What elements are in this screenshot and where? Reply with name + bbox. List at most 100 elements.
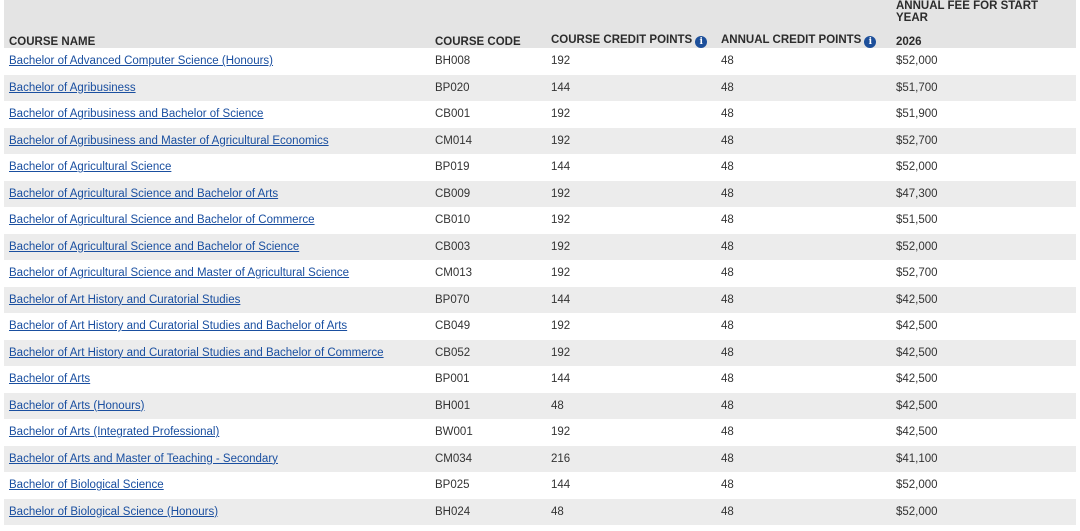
course-name-link[interactable]: Bachelor of Agricultural Science and Bac…: [9, 188, 278, 200]
course-code-cell: BP001: [435, 373, 470, 386]
course-code-cell: CB052: [435, 346, 471, 359]
course-code-cell: BW001: [435, 426, 473, 439]
annual-credit-points-cell: 48: [721, 505, 734, 518]
table-row: Bachelor of Agribusiness and Bachelor of…: [4, 101, 1076, 128]
course-credit-points-cell: 192: [551, 320, 571, 333]
annual-credit-points-cell: 48: [721, 187, 734, 200]
course-credit-points-cell: 192: [551, 134, 571, 147]
table-row: Bachelor of Arts (Honours) BH001 48 48 $42,5…: [4, 392, 1076, 419]
table-row: Bachelor of Art History and Curatorial S…: [4, 286, 1076, 313]
annual-credit-points-cell: 48: [721, 320, 734, 333]
table-row: Bachelor of Arts (Integrated Professiona…: [4, 419, 1076, 446]
annual-fee-cell: $51,900: [896, 108, 938, 121]
course-code-cell: BP070: [435, 293, 470, 306]
annual-credit-points-cell: 48: [721, 293, 734, 306]
info-icon[interactable]: i: [695, 36, 708, 48]
course-code-cell: CB010: [435, 214, 471, 227]
annual-credit-points-cell: 48: [721, 426, 734, 439]
table-row: Bachelor of Advanced Computer Science (H…: [4, 48, 1076, 75]
course-name-link[interactable]: Bachelor of Agribusiness and Bachelor of…: [9, 108, 263, 120]
course-credit-points-cell: 144: [551, 373, 571, 386]
course-code-cell: CB049: [435, 320, 471, 333]
course-credit-points-cell: 192: [551, 240, 571, 253]
table-row: Bachelor of Art History and Curatorial S…: [4, 339, 1076, 366]
annual-credit-points-cell: 48: [721, 346, 734, 359]
course-code-cell: BP025: [435, 479, 470, 492]
course-code-cell: BH001: [435, 399, 471, 412]
course-name-link[interactable]: Bachelor of Art History and Curatorial S…: [9, 320, 347, 332]
annual-fee-cell: $42,500: [896, 320, 938, 333]
annual-fee-cell: $42,500: [896, 399, 938, 412]
course-code-cell: CM013: [435, 267, 473, 280]
course-name-link[interactable]: Bachelor of Advanced Computer Science (H…: [9, 55, 273, 67]
course-code-cell: CB003: [435, 240, 471, 253]
annual-credit-points-cell: 48: [721, 214, 734, 227]
course-code-cell: BH008: [435, 55, 471, 68]
annual-credit-points-cell: 48: [721, 452, 734, 465]
annual-credit-points-cell: 48: [721, 108, 734, 121]
course-name-link[interactable]: Bachelor of Arts and Master of Teaching …: [9, 453, 278, 465]
course-credit-points-cell: 192: [551, 214, 571, 227]
annual-credit-points-cell: 48: [721, 373, 734, 386]
course-name-link[interactable]: Bachelor of Agricultural Science and Bac…: [9, 241, 299, 253]
course-credit-points-cell: 192: [551, 346, 571, 359]
annual-fee-cell: $42,500: [896, 293, 938, 306]
course-credit-points-cell: 192: [551, 267, 571, 280]
annual-credit-points-cell: 48: [721, 267, 734, 280]
course-name-link[interactable]: Bachelor of Art History and Curatorial S…: [9, 294, 240, 306]
course-code-cell: BP019: [435, 161, 470, 174]
course-name-link[interactable]: Bachelor of Agricultural Science and Bac…: [9, 214, 315, 226]
annual-fee-cell: $47,300: [896, 187, 938, 200]
course-credit-points-cell: 192: [551, 55, 571, 68]
header-annual-fee: ANNUAL FEE FOR START YEAR: [891, 0, 1076, 24]
annual-fee-cell: $52,000: [896, 505, 938, 518]
course-code-cell: BP020: [435, 81, 470, 94]
table-body: Bachelor of Advanced Computer Science (H…: [4, 48, 1076, 525]
header-course-credit-points: COURSE CREDIT POINTS i: [546, 24, 716, 48]
annual-fee-cell: $52,700: [896, 134, 938, 147]
annual-credit-points-cell: 48: [721, 479, 734, 492]
course-credit-points-cell: 144: [551, 81, 571, 94]
table-row: Bachelor of Agricultural Science and Bac…: [4, 207, 1076, 234]
course-credit-points-cell: 144: [551, 161, 571, 174]
course-name-link[interactable]: Bachelor of Agricultural Science: [9, 161, 171, 173]
annual-credit-points-cell: 48: [721, 134, 734, 147]
course-code-cell: CB009: [435, 187, 471, 200]
annual-credit-points-cell: 48: [721, 161, 734, 174]
annual-fee-cell: $52,000: [896, 240, 938, 253]
course-code-cell: BH024: [435, 505, 471, 518]
course-code-cell: CB001: [435, 108, 471, 121]
annual-fee-cell: $52,000: [896, 479, 938, 492]
annual-fee-cell: $52,700: [896, 267, 938, 280]
course-credit-points-cell: 192: [551, 187, 571, 200]
table-row: Bachelor of Biological Science BP025 144 48…: [4, 472, 1076, 499]
annual-fee-cell: $51,500: [896, 214, 938, 227]
table-row: Bachelor of Agricultural Science and Bac…: [4, 180, 1076, 207]
course-name-link[interactable]: Bachelor of Biological Science: [9, 479, 164, 491]
annual-fee-cell: $42,500: [896, 346, 938, 359]
annual-fee-cell: $42,500: [896, 373, 938, 386]
info-icon[interactable]: i: [864, 36, 877, 48]
table-row: Bachelor of Arts and Master of Teaching …: [4, 445, 1076, 472]
course-name-link[interactable]: Bachelor of Agribusiness: [9, 82, 136, 94]
course-name-link[interactable]: Bachelor of Arts (Integrated Professiona…: [9, 426, 219, 438]
course-name-link[interactable]: Bachelor of Arts: [9, 373, 90, 385]
table-row: Bachelor of Biological Science (Honours)…: [4, 498, 1076, 525]
annual-fee-cell: $52,000: [896, 161, 938, 174]
table-row: Bachelor of Agribusiness and Master of A…: [4, 127, 1076, 154]
course-code-cell: CM014: [435, 134, 473, 147]
course-name-link[interactable]: Bachelor of Arts (Honours): [9, 400, 145, 412]
course-name-link[interactable]: Bachelor of Art History and Curatorial S…: [9, 347, 384, 359]
header-annual-credit-points: ANNUAL CREDIT POINTS i: [716, 24, 891, 48]
header-course-code: COURSE CODE: [430, 24, 546, 48]
annual-fee-cell: $42,500: [896, 426, 938, 439]
table-row: Bachelor of Agricultural Science and Mas…: [4, 260, 1076, 287]
annual-credit-points-cell: 48: [721, 240, 734, 253]
course-name-link[interactable]: Bachelor of Agribusiness and Master of A…: [9, 135, 329, 147]
course-name-link[interactable]: Bachelor of Agricultural Science and Mas…: [9, 267, 349, 279]
course-name-link[interactable]: Bachelor of Biological Science (Honours): [9, 506, 218, 518]
annual-fee-cell: $51,700: [896, 81, 938, 94]
course-credit-points-cell: 48: [551, 399, 564, 412]
table-row: Bachelor of Agricultural Science and Bac…: [4, 233, 1076, 260]
header-course-name: COURSE NAME: [4, 24, 430, 48]
